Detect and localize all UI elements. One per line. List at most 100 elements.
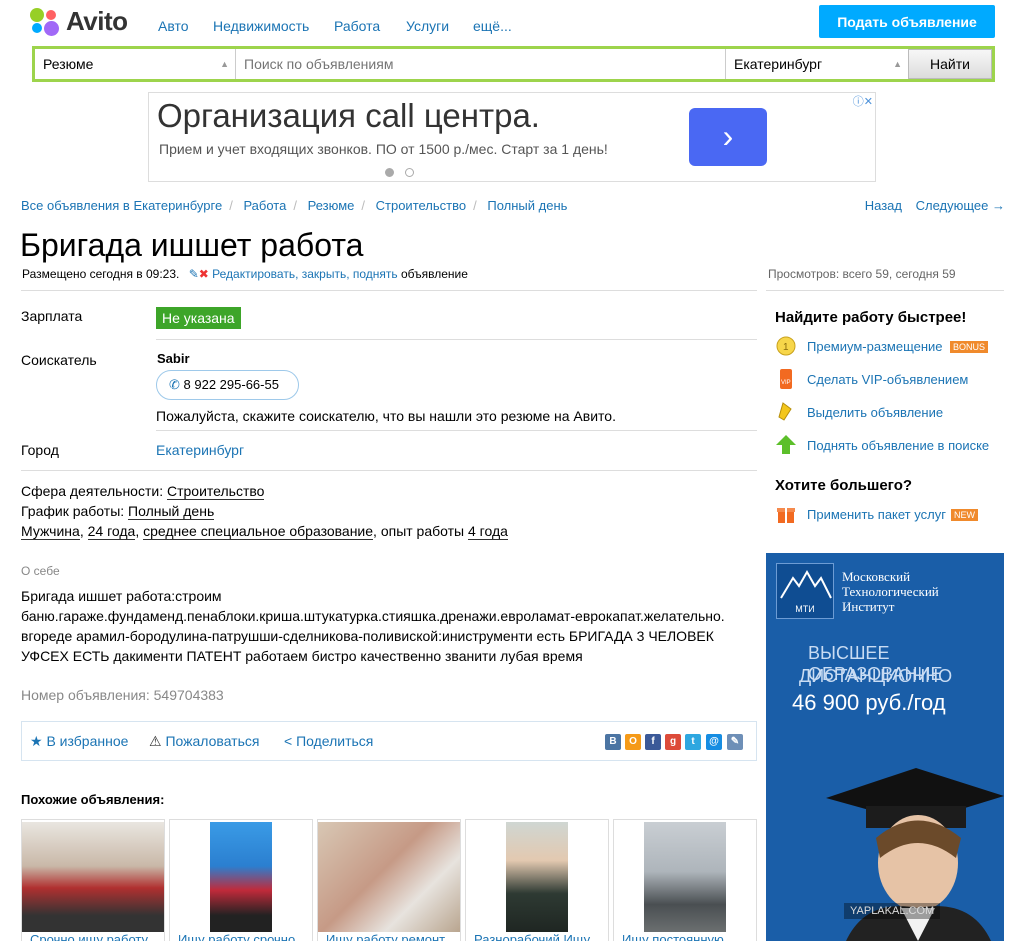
- svg-text:1: 1: [783, 342, 789, 353]
- watermark: YAPLAKAL.COM: [844, 903, 941, 919]
- next-link[interactable]: Следующее →: [916, 198, 1005, 213]
- vk-icon[interactable]: В: [605, 734, 621, 750]
- ad-banner[interactable]: Организация call центра. Прием и учет вх…: [148, 92, 876, 182]
- crumb-all[interactable]: Все объявления в Екатеринбурге: [21, 198, 222, 213]
- phone-button[interactable]: ✆ 8 922 295-66-55: [156, 370, 299, 400]
- carousel-dot[interactable]: [405, 168, 414, 177]
- share-label: Поделиться: [296, 733, 374, 749]
- gift-icon: [775, 503, 797, 525]
- schedule-row: График работы: Полный день: [21, 503, 215, 520]
- mti-name-2: Технологический: [842, 584, 939, 599]
- twitter-icon[interactable]: t: [685, 734, 701, 750]
- ad-arrow-button[interactable]: ›: [689, 108, 767, 166]
- phone-note: Пожалуйста, скажите соискателю, что вы н…: [156, 408, 616, 424]
- bonus-badge: BONUS: [950, 341, 989, 353]
- phone-icon: ✆: [169, 377, 180, 392]
- category-select[interactable]: Резюме ▲: [35, 49, 236, 79]
- experience-link[interactable]: 4 года: [468, 523, 508, 540]
- search-bar: Резюме ▲ Екатеринбург ▲ Найти: [32, 46, 995, 82]
- carousel-dot-active[interactable]: [385, 168, 394, 177]
- coin-icon: 1: [775, 335, 797, 357]
- nav-services[interactable]: Услуги: [406, 18, 449, 34]
- search-button[interactable]: Найти: [908, 49, 992, 79]
- city-link[interactable]: Екатеринбург: [156, 442, 244, 458]
- ad-close-icon[interactable]: ⓘ✕: [853, 93, 873, 109]
- nav-realty[interactable]: Недвижимость: [213, 18, 309, 34]
- complain-label: Пожаловаться: [165, 733, 260, 749]
- edit-links[interactable]: Редактировать, закрыть, поднять: [212, 267, 397, 281]
- ad-subtitle: Прием и учет входящих звонков. ПО от 150…: [159, 141, 608, 157]
- highlight-label: Выделить объявление: [807, 405, 944, 420]
- listing-photo: [318, 822, 460, 932]
- premium-label: Премиум-размещение: [807, 339, 943, 354]
- category-value: Резюме: [43, 56, 94, 72]
- mail-icon[interactable]: @: [706, 734, 722, 750]
- raise-label: Поднять объявление в поиске: [807, 438, 990, 453]
- nav-auto[interactable]: Авто: [158, 18, 189, 34]
- crumb-construction[interactable]: Строительство: [376, 198, 466, 213]
- search-input[interactable]: [236, 49, 726, 79]
- star-icon: ★: [30, 733, 43, 749]
- vip-label: Сделать VIP-объявлением: [807, 372, 969, 387]
- share-icon: <: [284, 733, 293, 749]
- google-plus-icon[interactable]: g: [665, 734, 681, 750]
- share-button[interactable]: < Поделиться: [284, 733, 373, 749]
- similar-card[interactable]: Разнорабочий Ищу: [465, 819, 609, 941]
- city-label: Город: [21, 442, 59, 458]
- listing-photo: [506, 822, 568, 932]
- similar-card[interactable]: Ищу постоянную: [613, 819, 757, 941]
- seeker-name: Sabir: [157, 351, 190, 366]
- mti-name-1: Московский: [842, 569, 911, 584]
- ad-number: Номер объявления: 549704383: [21, 687, 224, 703]
- prev-next-links: Назад Следующее →: [865, 198, 1005, 213]
- similar-title: Срочно ищу работу: [30, 932, 149, 941]
- age-link[interactable]: 24 года: [87, 523, 136, 540]
- listing-photo: [644, 822, 726, 932]
- listing-photo: [210, 822, 272, 932]
- schedule-link[interactable]: Полный день: [128, 503, 215, 520]
- mti-logo: МТИ: [776, 563, 834, 619]
- favorite-button[interactable]: ★ В избранное: [30, 733, 128, 750]
- divider: [156, 339, 757, 340]
- phone-number: 8 922 295-66-55: [183, 377, 279, 392]
- view-count: Просмотров: всего 59, сегодня 59: [768, 267, 956, 281]
- ad-banner-mti[interactable]: МТИ Московский Технологический Институт …: [766, 553, 1004, 941]
- warning-icon: ⚠: [149, 733, 162, 749]
- banner-line-2: ДИСТАНЦИОННО: [799, 666, 953, 686]
- back-link[interactable]: Назад: [865, 198, 902, 213]
- arrow-up-icon: [775, 434, 797, 456]
- crumb-resume[interactable]: Резюме: [308, 198, 355, 213]
- similar-card[interactable]: Ищу работу ремонт: [317, 819, 461, 941]
- salary-label: Зарплата: [21, 308, 83, 324]
- sphere-link[interactable]: Строительство: [166, 483, 265, 500]
- facebook-icon[interactable]: f: [645, 734, 661, 750]
- livejournal-icon[interactable]: ✎: [727, 734, 743, 750]
- actions-bar: ★ В избранное ⚠ Пожаловаться < Поделитьс…: [21, 721, 757, 761]
- similar-title: Ищу работу срочно: [178, 932, 296, 941]
- crumb-fullday[interactable]: Полный день: [487, 198, 567, 213]
- select-arrows-icon: ▲: [220, 59, 229, 69]
- similar-card[interactable]: Срочно ищу работу: [21, 819, 165, 941]
- svg-text:VIP: VIP: [781, 380, 791, 386]
- posted-info: Размещено сегодня в 09:23. ✎✖ Редактиров…: [22, 267, 468, 281]
- nav-more[interactable]: ещё...: [473, 18, 512, 34]
- posted-date: Размещено сегодня в 09:23.: [22, 267, 180, 281]
- similar-card[interactable]: Ищу работу срочно: [169, 819, 313, 941]
- similar-title: Разнорабочий Ищу: [474, 932, 591, 941]
- city-value: Екатеринбург: [734, 56, 823, 72]
- similar-title: Ищу работу ремонт: [326, 932, 446, 941]
- profile-row: Мужчина, 24 года, среднее специальное об…: [21, 523, 508, 540]
- education-link[interactable]: среднее специальное образование: [143, 523, 374, 540]
- city-select[interactable]: Екатеринбург ▲: [726, 49, 909, 79]
- seeker-label: Соискатель: [21, 352, 97, 368]
- gender-link[interactable]: Мужчина: [21, 523, 80, 540]
- edit-suffix: объявление: [401, 267, 468, 281]
- odnoklassniki-icon[interactable]: О: [625, 734, 641, 750]
- select-arrows-icon: ▲: [893, 59, 902, 69]
- complain-button[interactable]: ⚠ Пожаловаться: [149, 733, 259, 750]
- experience-label: опыт работы: [380, 523, 465, 539]
- post-ad-button[interactable]: Подать объявление: [819, 5, 995, 38]
- avito-logo[interactable]: Avito: [30, 6, 140, 38]
- nav-jobs[interactable]: Работа: [334, 18, 380, 34]
- crumb-jobs[interactable]: Работа: [243, 198, 286, 213]
